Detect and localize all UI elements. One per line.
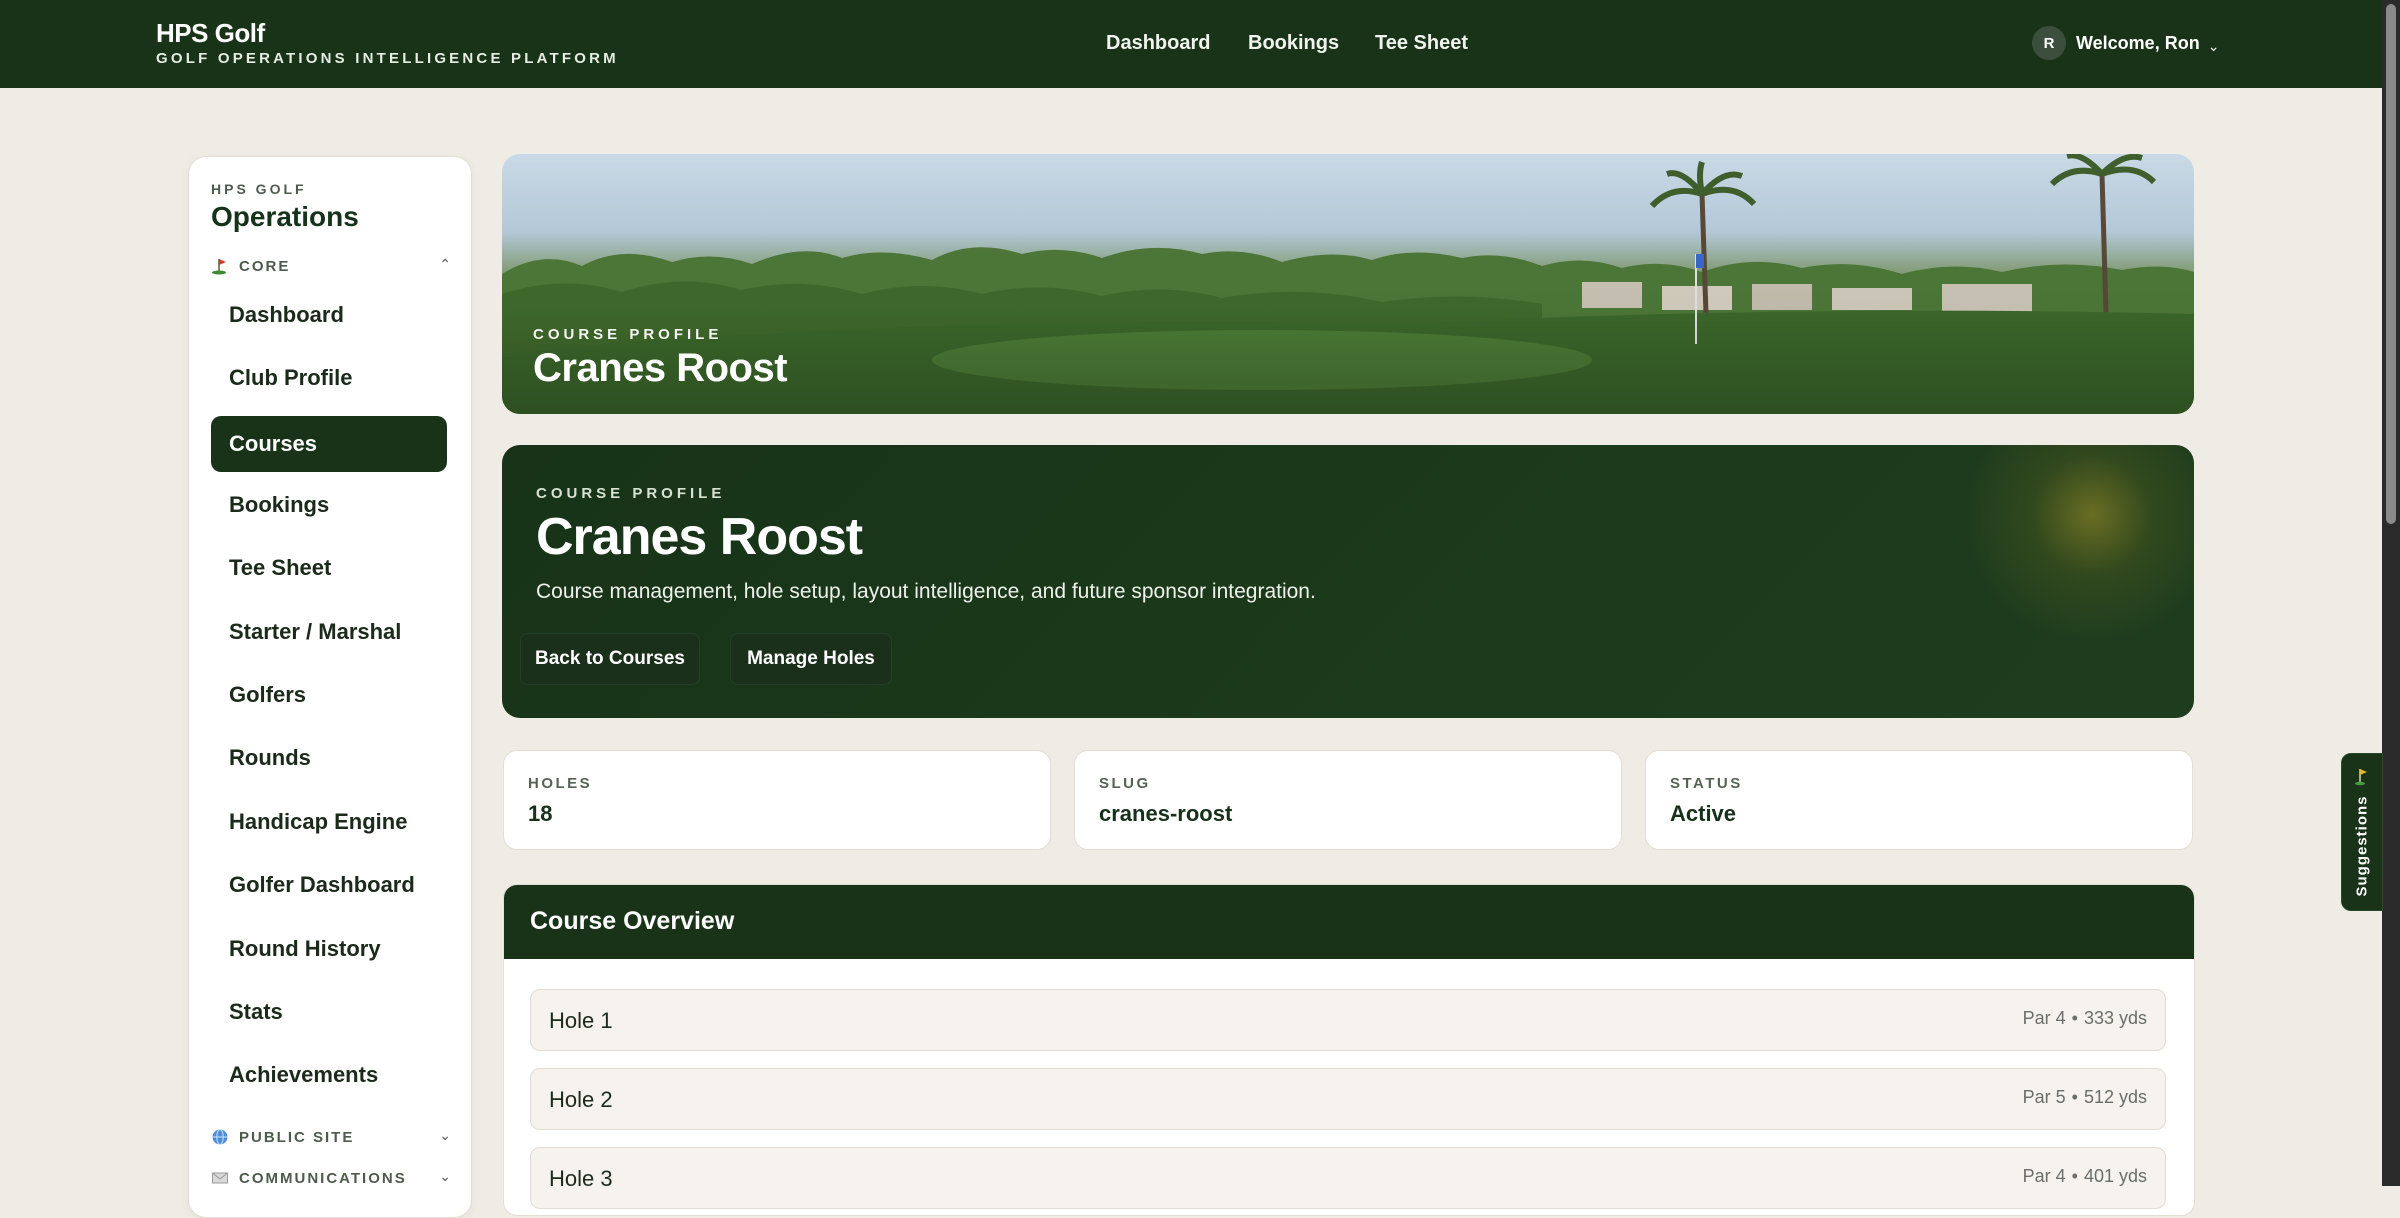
stat-label: STATUS bbox=[1670, 775, 1743, 792]
banner-title: Cranes Roost bbox=[533, 346, 788, 390]
sidebar-item-dashboard[interactable]: Dashboard bbox=[211, 287, 447, 343]
banner-eyebrow: COURSE PROFILE bbox=[533, 326, 723, 343]
chevron-up-icon[interactable]: ⌃ bbox=[439, 256, 451, 273]
suggestions-label: Suggestions bbox=[2353, 795, 2371, 897]
user-menu[interactable]: R Welcome, Ron ⌄ bbox=[2032, 26, 2219, 60]
hole-meta: Par 4 • 401 yds bbox=[2023, 1166, 2147, 1187]
sidebar-item-stats[interactable]: Stats bbox=[211, 984, 447, 1040]
overview-title: Course Overview bbox=[530, 907, 735, 935]
sidebar-item-golfer-dashboard[interactable]: Golfer Dashboard bbox=[211, 857, 447, 913]
sidebar-item-handicap-engine[interactable]: Handicap Engine bbox=[211, 794, 447, 850]
sidebar-item-rounds[interactable]: Rounds bbox=[211, 730, 447, 786]
welcome-text: Welcome, Ron bbox=[2076, 32, 2200, 53]
sidebar-item-round-history[interactable]: Round History bbox=[211, 921, 447, 977]
hole-row[interactable]: Hole 2 Par 5 • 512 yds bbox=[530, 1068, 2166, 1130]
sidebar-item-tee-sheet[interactable]: Tee Sheet bbox=[211, 540, 447, 596]
stat-value: 18 bbox=[528, 801, 553, 826]
hole-name: Hole 1 bbox=[549, 1008, 613, 1033]
globe-icon bbox=[211, 1128, 229, 1146]
nav-link-bookings[interactable]: Bookings bbox=[1248, 32, 1339, 55]
section-label-core: CORE bbox=[239, 257, 291, 275]
section-core[interactable]: CORE ⌃ bbox=[211, 256, 451, 276]
brand-name[interactable]: HPS Golf bbox=[156, 18, 265, 49]
suggestions-tab[interactable]: Suggestions bbox=[2341, 753, 2383, 911]
section-label-public-site: PUBLIC SITE bbox=[239, 1128, 355, 1146]
stat-card-slug: SLUG cranes-roost bbox=[1074, 750, 1622, 850]
sidebar-title: Operations bbox=[211, 201, 359, 232]
course-overview-panel: Course Overview Hole 1 Par 4 • 333 yds Hol… bbox=[503, 884, 2195, 1216]
top-nav-bar: HPS Golf GOLF OPERATIONS INTELLIGENCE PL… bbox=[0, 0, 2382, 88]
avatar: R bbox=[2032, 26, 2066, 60]
section-public-site[interactable]: PUBLIC SITE ⌄ bbox=[211, 1127, 451, 1147]
hole-meta: Par 4 • 333 yds bbox=[2023, 1008, 2147, 1029]
hole-par: Par 4 bbox=[2022, 1008, 2066, 1028]
section-label-communications: COMMUNICATIONS bbox=[239, 1169, 407, 1187]
sidebar-eyebrow: HPS GOLF bbox=[211, 181, 307, 197]
sidebar-item-achievements[interactable]: Achievements bbox=[211, 1047, 447, 1103]
stat-label: SLUG bbox=[1099, 775, 1151, 792]
hole-name: Hole 3 bbox=[549, 1166, 613, 1191]
stat-value: cranes-roost bbox=[1099, 801, 1233, 826]
brand-tagline: GOLF OPERATIONS INTELLIGENCE PLATFORM bbox=[156, 50, 619, 67]
stat-label: HOLES bbox=[528, 775, 593, 792]
hole-meta: Par 5 • 512 yds bbox=[2023, 1087, 2147, 1108]
profile-description: Course management, hole setup, layout in… bbox=[536, 580, 1316, 603]
separator-dot: • bbox=[2071, 1008, 2078, 1028]
hole-yards: 512 yds bbox=[2083, 1087, 2147, 1107]
golf-flag-icon bbox=[211, 257, 229, 275]
sidebar-item-starter-marshal[interactable]: Starter / Marshal bbox=[211, 604, 447, 660]
stat-value: Active bbox=[1670, 801, 1737, 826]
sidebar-item-club-profile[interactable]: Club Profile bbox=[211, 350, 447, 406]
stat-card-status: STATUS Active bbox=[1645, 750, 2193, 850]
mail-icon bbox=[211, 1169, 229, 1187]
chevron-down-icon[interactable]: ⌄ bbox=[439, 1127, 451, 1144]
golf-flag-icon bbox=[2354, 768, 2370, 791]
hole-yards: 401 yds bbox=[2083, 1166, 2147, 1186]
back-to-courses-button[interactable]: Back to Courses bbox=[520, 633, 700, 685]
page-title: Cranes Roost bbox=[536, 508, 863, 566]
hole-row[interactable]: Hole 1 Par 4 • 333 yds bbox=[530, 989, 2166, 1051]
sidebar-item-golfers[interactable]: Golfers bbox=[211, 667, 447, 723]
profile-eyebrow: COURSE PROFILE bbox=[536, 485, 726, 502]
course-banner-image: COURSE PROFILE Cranes Roost bbox=[502, 154, 2194, 414]
section-communications[interactable]: COMMUNICATIONS ⌄ bbox=[211, 1168, 451, 1188]
scrollbar-thumb[interactable] bbox=[2386, 4, 2396, 524]
sidebar-item-courses[interactable]: Courses bbox=[211, 416, 447, 472]
separator-dot: • bbox=[2071, 1087, 2078, 1107]
sidebar: HPS GOLF Operations CORE ⌃ Dashboard Clu… bbox=[188, 156, 472, 1218]
sidebar-item-bookings[interactable]: Bookings bbox=[211, 477, 447, 533]
hole-row[interactable]: Hole 3 Par 4 • 401 yds bbox=[530, 1147, 2166, 1209]
hole-par: Par 5 bbox=[2022, 1087, 2066, 1107]
chevron-down-icon: ⌄ bbox=[2207, 37, 2220, 54]
hole-par: Par 4 bbox=[2022, 1166, 2066, 1186]
overview-header: Course Overview bbox=[504, 885, 2194, 959]
course-profile-card: COURSE PROFILE Cranes Roost Course manag… bbox=[502, 445, 2194, 718]
chevron-down-icon[interactable]: ⌄ bbox=[439, 1168, 451, 1185]
hole-yards: 333 yds bbox=[2083, 1008, 2147, 1028]
nav-link-dashboard[interactable]: Dashboard bbox=[1106, 32, 1210, 55]
manage-holes-button[interactable]: Manage Holes bbox=[730, 633, 892, 685]
nav-link-tee-sheet[interactable]: Tee Sheet bbox=[1375, 32, 1468, 55]
hole-name: Hole 2 bbox=[549, 1087, 613, 1112]
separator-dot: • bbox=[2071, 1166, 2078, 1186]
stat-card-holes: HOLES 18 bbox=[503, 750, 1051, 850]
